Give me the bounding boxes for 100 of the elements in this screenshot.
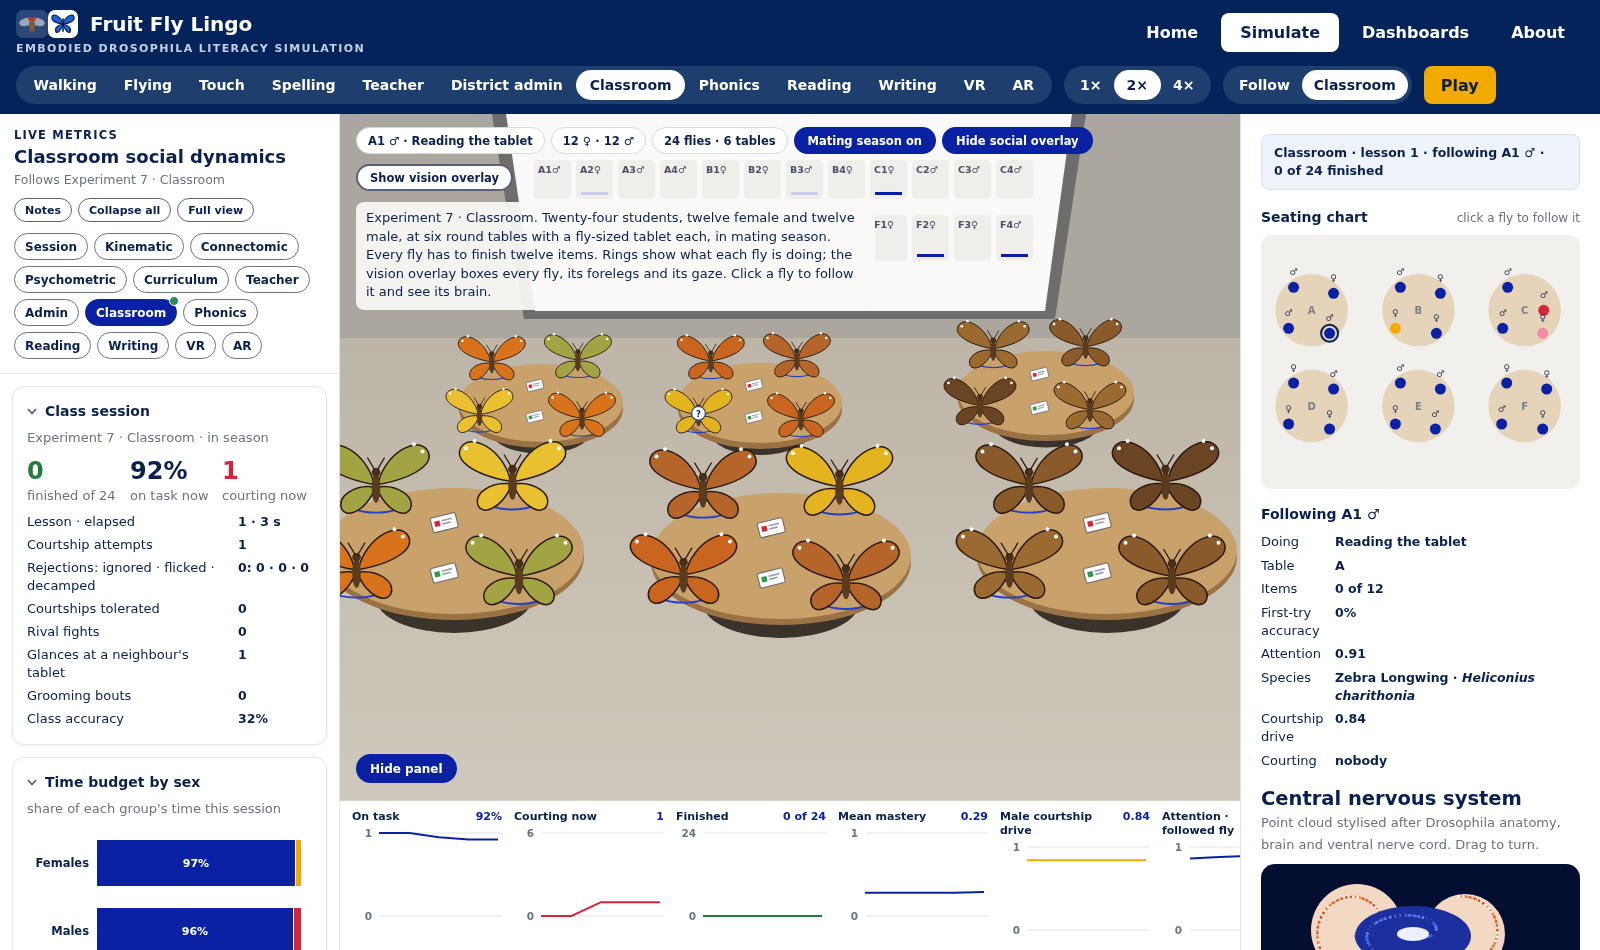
- butterfly-figure[interactable]: [1118, 533, 1226, 606]
- butterfly-figure[interactable]: [792, 538, 900, 611]
- metric-tag[interactable]: Phonics: [183, 299, 258, 326]
- table-letter: F: [1521, 401, 1529, 412]
- fly-dot-icon[interactable]: [1288, 281, 1300, 293]
- axis-tick-label: 24: [681, 827, 696, 839]
- detail-label: Attention: [1261, 645, 1322, 663]
- overlay-toggle[interactable]: Show vision overlay: [356, 164, 514, 191]
- fly-dot-icon[interactable]: [1537, 327, 1549, 339]
- speed-option[interactable]: 2×: [1114, 70, 1161, 100]
- fly-dot-icon[interactable]: [1324, 423, 1336, 435]
- butterfly-figure[interactable]: [340, 442, 430, 514]
- fly-dot-icon[interactable]: [1328, 287, 1340, 299]
- butterfly-figure[interactable]: [943, 376, 1017, 426]
- butterfly-figure[interactable]: [445, 387, 514, 433]
- butterfly-figure[interactable]: [1053, 380, 1127, 430]
- butterfly-figure[interactable]: [629, 532, 738, 605]
- metric-tag[interactable]: Teacher: [235, 266, 310, 293]
- metric-tag[interactable]: AR: [221, 332, 263, 359]
- butterfly-figure[interactable]: [649, 447, 757, 519]
- fly-dot-icon[interactable]: [1502, 281, 1514, 293]
- fly-dot-icon[interactable]: [1283, 322, 1295, 334]
- fly-dot-icon[interactable]: [1538, 304, 1550, 316]
- fly-dot-icon[interactable]: [1497, 322, 1509, 334]
- fly-dot-icon[interactable]: [1389, 418, 1401, 430]
- butterfly-figure[interactable]: [548, 391, 616, 437]
- card-label: F2♀: [916, 219, 937, 230]
- play-button[interactable]: Play: [1423, 66, 1496, 104]
- butterfly-figure[interactable]: [676, 334, 745, 380]
- butterfly-figure[interactable]: [763, 332, 831, 378]
- mode-tab[interactable]: Teacher: [349, 70, 438, 100]
- action-button[interactable]: Collapse all: [78, 198, 172, 222]
- butterfly-figure[interactable]: [975, 442, 1083, 514]
- fly-dot-icon[interactable]: [1501, 377, 1513, 389]
- speed-option[interactable]: 4×: [1160, 70, 1208, 100]
- butterfly-figure[interactable]: [340, 527, 411, 600]
- fly-dot-icon[interactable]: [1328, 383, 1340, 395]
- fly-dot-icon[interactable]: [1394, 281, 1406, 293]
- overlay-toggle[interactable]: Mating season on: [793, 127, 937, 154]
- butterfly-figure[interactable]: [956, 319, 1030, 369]
- nav-link[interactable]: Home: [1127, 13, 1218, 52]
- action-button[interactable]: Notes: [14, 198, 73, 222]
- butterfly-figure[interactable]: [544, 333, 612, 379]
- metric-tag[interactable]: Connectomic: [189, 233, 299, 260]
- action-button[interactable]: Full view: [177, 198, 255, 222]
- mode-tab[interactable]: VR: [950, 70, 999, 100]
- metric-tag[interactable]: Curriculum: [133, 266, 230, 293]
- sex-symbol: ♀: [1433, 313, 1440, 324]
- view-option[interactable]: Classroom: [1301, 70, 1408, 100]
- view-option[interactable]: Follow: [1227, 70, 1302, 100]
- mode-tab[interactable]: Reading: [773, 70, 865, 100]
- question-badge[interactable]: ?: [690, 405, 707, 421]
- speed-option[interactable]: 1×: [1067, 70, 1115, 100]
- nav-link[interactable]: Simulate: [1221, 13, 1339, 52]
- butterfly-figure[interactable]: [465, 533, 573, 606]
- mode-tab[interactable]: Touch: [185, 70, 259, 100]
- butterfly-figure[interactable]: ?: [664, 388, 733, 434]
- metric-tag[interactable]: VR: [175, 332, 216, 359]
- fly-dot-icon[interactable]: [1541, 383, 1553, 395]
- chevron-icon[interactable]: [27, 407, 37, 415]
- metric-tag[interactable]: Reading: [14, 332, 92, 359]
- nav-link[interactable]: Dashboards: [1343, 13, 1489, 52]
- fly-dot-icon[interactable]: [1537, 423, 1549, 435]
- fly-dot-icon[interactable]: [1283, 418, 1295, 430]
- metric-tag[interactable]: Admin: [14, 299, 80, 326]
- chevron-icon[interactable]: [27, 778, 37, 786]
- metric-tag[interactable]: Writing: [97, 332, 170, 359]
- butterfly-figure[interactable]: [1111, 439, 1220, 511]
- fly-dot-icon[interactable]: [1496, 418, 1508, 430]
- metric-tag[interactable]: Session: [14, 233, 88, 260]
- hide-panel-button[interactable]: Hide panel: [356, 754, 457, 783]
- mode-tab[interactable]: Spelling: [258, 70, 350, 100]
- fly-dot-icon[interactable]: [1430, 327, 1442, 339]
- nav-link[interactable]: About: [1492, 13, 1584, 52]
- mode-tab[interactable]: Walking: [20, 70, 111, 100]
- fly-dot-icon[interactable]: [1434, 287, 1446, 299]
- mode-tab[interactable]: Writing: [864, 70, 951, 100]
- butterfly-figure[interactable]: [767, 392, 835, 438]
- butterfly-figure[interactable]: [1049, 317, 1122, 367]
- mode-tab[interactable]: AR: [999, 70, 1048, 100]
- butterfly-figure[interactable]: [457, 335, 526, 381]
- fly-dot-icon[interactable]: [1434, 383, 1446, 395]
- fly-dot-icon[interactable]: [1389, 322, 1401, 334]
- fly-dot-icon[interactable]: [1320, 323, 1340, 343]
- butterfly-figure[interactable]: [458, 439, 567, 511]
- metric-tag[interactable]: Kinematic: [93, 233, 184, 260]
- chart-title: Courting now: [514, 810, 597, 824]
- mode-tab[interactable]: District admin: [437, 70, 577, 100]
- overlay-toggle[interactable]: Hide social overlay: [942, 127, 1093, 154]
- metric-tag[interactable]: Psychometric: [14, 266, 127, 293]
- metric-tag[interactable]: Classroom: [85, 299, 178, 326]
- butterfly-figure[interactable]: [955, 527, 1064, 600]
- fly-dot-icon[interactable]: [1394, 377, 1406, 389]
- butterfly-figure[interactable]: [785, 444, 894, 516]
- mode-tab[interactable]: Flying: [110, 70, 186, 100]
- fly-dot-icon[interactable]: [1288, 377, 1300, 389]
- mode-tab[interactable]: Classroom: [576, 70, 686, 100]
- axis-label: 1: [1174, 841, 1182, 853]
- fly-dot-icon[interactable]: [1429, 423, 1441, 435]
- mode-tab[interactable]: Phonics: [685, 70, 774, 100]
